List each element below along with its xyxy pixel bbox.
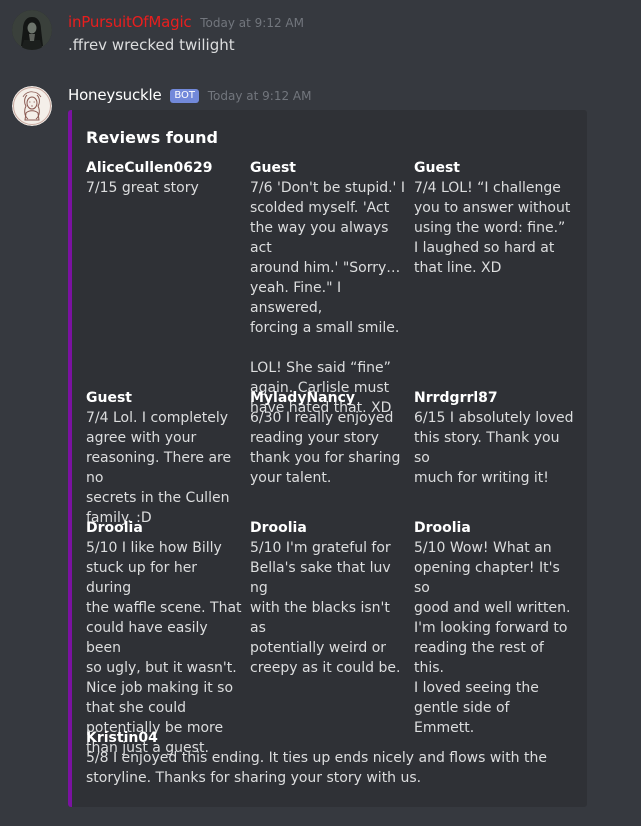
review-text: 7/15 great story [86,180,199,196]
review-text: 5/8 I enjoyed this ending. It ties up en… [86,750,547,786]
username[interactable]: inPursuitOfMagic [68,13,192,31]
message-header: inPursuitOfMagic Today at 9:12 AM [68,12,304,33]
timestamp[interactable]: Today at 9:12 AM [208,89,312,103]
review-author: AliceCullen0629 [86,160,213,176]
sketch-portrait-avatar[interactable] [12,86,52,126]
review-text: 7/6 'Don't be stupid.' I scolded myself.… [250,180,405,416]
message-content: .ffrev wrecked twilight [68,36,235,54]
hooded-figure-avatar[interactable] [12,10,52,50]
review-field: Kristin04 5/8 I enjoyed this ending. It … [86,728,556,788]
embed-title: Reviews found [86,128,218,147]
bot-badge: BOT [170,89,199,103]
review-author: Guest [414,160,460,176]
review-author: MyladyNancy [250,390,356,406]
timestamp[interactable]: Today at 9:12 AM [200,16,304,30]
review-text: 5/10 Wow! What an opening chapter! It's … [414,540,571,736]
message-inpursuitofmagic: inPursuitOfMagic Today at 9:12 AM .ffrev… [0,0,641,70]
review-text: 7/4 Lol. I completely agree with your re… [86,410,232,526]
review-text: 6/30 I really enjoyed reading your story… [250,410,401,486]
review-author: Guest [250,160,296,176]
review-author: Guest [86,390,132,406]
review-author: Droolia [414,520,471,536]
review-author: Droolia [86,520,143,536]
review-field: AliceCullen0629 7/15 great story [86,158,246,198]
review-text: 6/15 I absolutely loved this story. Than… [414,410,574,486]
review-text: 5/10 I'm grateful for Bella's sake that … [250,540,401,676]
review-field: Droolia 5/10 I like how Billy stuck up f… [86,518,246,758]
review-text: 5/10 I like how Billy stuck up for her d… [86,540,242,756]
review-field: Guest 7/6 'Don't be stupid.' I scolded m… [250,158,410,418]
review-field: Nrrdgrrl87 6/15 I absolutely loved this … [414,388,574,488]
message-honeysuckle: Honeysuckle BOT Today at 9:12 AM Reviews… [0,78,641,826]
review-field: MyladyNancy 6/30 I really enjoyed readin… [250,388,410,488]
reviews-embed: Reviews found AliceCullen0629 7/15 great… [68,110,587,807]
review-author: Kristin04 [86,730,158,746]
review-text: 7/4 LOL! “I challenge you to answer with… [414,180,571,276]
review-author: Nrrdgrrl87 [414,390,498,406]
message-header: Honeysuckle BOT Today at 9:12 AM [68,85,311,106]
review-author: Droolia [250,520,307,536]
review-field: Droolia 5/10 Wow! What an opening chapte… [414,518,574,738]
username[interactable]: Honeysuckle [68,86,162,104]
review-field: Guest 7/4 Lol. I completely agree with y… [86,388,246,528]
review-field: Guest 7/4 LOL! “I challenge you to answe… [414,158,574,278]
review-field: Droolia 5/10 I'm grateful for Bella's sa… [250,518,410,678]
